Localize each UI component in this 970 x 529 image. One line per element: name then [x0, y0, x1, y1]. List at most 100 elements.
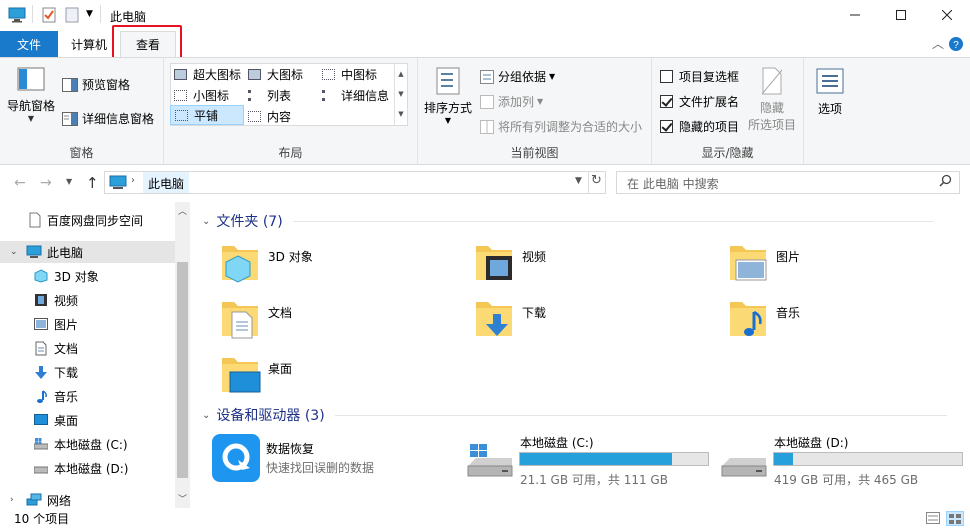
expand-chevron-icon[interactable]: ⌄ [10, 247, 18, 257]
breadcrumb-chevron-icon[interactable]: › [131, 175, 135, 186]
computer-icon[interactable] [8, 7, 26, 26]
nav-item-drive-d[interactable]: 本地磁盘 (D:) [0, 457, 175, 479]
doc-icon [29, 212, 41, 228]
nav-item-documents[interactable]: 文档 [0, 337, 175, 359]
details-icon [322, 90, 335, 101]
preview-pane-button[interactable]: 预览窗格 [62, 76, 130, 93]
devices-header[interactable]: ⌄ 设备和驱动器 (3) [202, 405, 947, 425]
nav-pane-button[interactable]: 导航窗格 ▼ [6, 66, 56, 123]
folder-documents[interactable]: 文档 [218, 296, 458, 346]
add-column-button[interactable]: 添加列 ▼ [480, 93, 543, 110]
app-data-recovery[interactable]: 数据恢复 快速找回误删的数据 [212, 434, 462, 486]
hidden-items-label: 隐藏的项目 [679, 120, 740, 134]
divider [334, 414, 947, 416]
item-checkbox-toggle[interactable]: 项目复选框 [660, 68, 739, 85]
checkbox[interactable] [660, 70, 673, 83]
divider [588, 172, 589, 193]
nav-item-video[interactable]: 视频 [0, 289, 175, 311]
nav-item-drive-c[interactable]: 本地磁盘 (C:) [0, 433, 175, 455]
properties-icon[interactable] [42, 7, 56, 26]
layout-tiles[interactable]: 平铺 [170, 105, 244, 125]
address-dropdown-icon[interactable]: ▼ [575, 176, 582, 186]
search-box[interactable]: 在 此电脑 中搜索 [616, 171, 960, 194]
options-label: 选项 [817, 102, 842, 116]
nav-item-this-pc[interactable]: ⌄ 此电脑 [0, 241, 175, 263]
fit-columns-button[interactable]: 将所有列调整为合适的大小 [480, 118, 642, 135]
maximize-button[interactable] [878, 0, 924, 30]
nav-item-pictures[interactable]: 图片 [0, 313, 175, 335]
preview-pane-label: 预览窗格 [82, 78, 131, 92]
navigation-pane: 百度网盘同步空间 ⌄ 此电脑 3D 对象 视频 图片 文档 下载 音乐 桌面 本… [0, 202, 192, 508]
address-box[interactable]: › 此电脑 ▼ ↻ [104, 171, 606, 194]
current-view-group: 排序方式 ▼ 分组依据 ▼ 添加列 ▼ 将所有列调整为合适的大小 当前视图 [418, 58, 652, 165]
sort-icon [436, 67, 460, 95]
options-button[interactable]: 选项 [808, 68, 852, 117]
sort-button[interactable]: 排序方式 ▼ [422, 66, 474, 125]
computer-icon [109, 175, 127, 193]
forward-arrow-icon[interactable]: → [40, 175, 52, 191]
layout-list[interactable]: 列表 [248, 87, 291, 104]
checkbox[interactable] [660, 120, 673, 133]
scroll-thumb[interactable] [177, 262, 188, 478]
nav-item-baidu[interactable]: 百度网盘同步空间 [0, 209, 175, 231]
gallery-scroll[interactable]: ▲ ▼ ▼ [394, 64, 407, 125]
nav-item-3d[interactable]: 3D 对象 [0, 265, 175, 287]
folder-music[interactable]: 音乐 [726, 296, 966, 346]
nav-item-label: 音乐 [54, 389, 79, 404]
folder-video[interactable]: 视频 [472, 240, 712, 290]
layout-s-icons[interactable]: 小图标 [174, 87, 229, 104]
nav-item-music[interactable]: 音乐 [0, 385, 175, 407]
nav-item-label: 3D 对象 [54, 269, 99, 284]
hidden-items-toggle[interactable]: 隐藏的项目 [660, 118, 739, 135]
cube-icon [34, 269, 48, 283]
quick-access-dropdown-icon[interactable]: ▼ [86, 9, 93, 19]
file-ext-toggle[interactable]: 文件扩展名 [660, 93, 739, 110]
layout-l-icons[interactable]: 大图标 [248, 66, 303, 83]
up-arrow-icon[interactable]: ↑ [86, 174, 99, 192]
layout-content[interactable]: 内容 [248, 108, 291, 125]
scroll-up-icon[interactable]: ︿ [178, 204, 187, 217]
close-button[interactable] [924, 0, 970, 30]
drive-c[interactable]: 本地磁盘 (C:) 21.1 GB 可用，共 111 GB [466, 432, 716, 488]
details-pane-button[interactable]: 详细信息窗格 [62, 110, 154, 127]
scroll-down-icon[interactable]: ﹀ [178, 492, 187, 505]
folder-pictures[interactable]: 图片 [726, 240, 966, 290]
details-view-icon[interactable] [926, 512, 940, 527]
large-icons-view-icon[interactable] [946, 511, 964, 526]
file-ext-label: 文件扩展名 [679, 95, 740, 109]
breadcrumb[interactable]: 此电脑 [143, 172, 190, 193]
search-icon[interactable] [939, 174, 952, 190]
refresh-icon[interactable]: ↻ [591, 173, 602, 188]
search-input[interactable]: 在 此电脑 中搜索 [627, 175, 719, 192]
minimize-button[interactable] [832, 0, 878, 30]
collapse-chevron-icon[interactable]: › [10, 495, 14, 505]
drive-d[interactable]: 本地磁盘 (D:) 419 GB 可用，共 465 GB [720, 432, 970, 488]
hide-selected-label: 所选项目 [747, 118, 796, 132]
video-icon [476, 246, 512, 280]
tab-file[interactable]: 文件 [0, 31, 58, 57]
content-pane: ⌄ 文件夹 (7) 3D 对象 视频 图片 文档 下载 音乐 桌面 ⌄ 设备和驱… [196, 202, 970, 508]
new-folder-icon[interactable] [65, 7, 79, 26]
collapse-ribbon-icon[interactable]: ︿ [932, 35, 944, 52]
recent-chevron-down-icon[interactable]: ▼ [66, 177, 72, 186]
layout-xl-icons[interactable]: 超大图标 [174, 66, 241, 83]
drive-info: 419 GB 可用，共 465 GB [774, 473, 919, 487]
layout-m-icons[interactable]: 中图标 [322, 66, 377, 83]
tab-computer[interactable]: 计算机 [62, 31, 116, 57]
checkbox[interactable] [660, 95, 673, 108]
drive-info: 21.1 GB 可用，共 111 GB [520, 473, 668, 487]
nav-item-desktop[interactable]: 桌面 [0, 409, 175, 431]
folder-desktop[interactable]: 桌面 [218, 352, 458, 402]
group-by-button[interactable]: 分组依据 ▼ [480, 68, 555, 85]
hide-selected-button[interactable]: 隐藏 所选项目 [746, 66, 798, 133]
nav-item-downloads[interactable]: 下载 [0, 361, 175, 383]
picture-icon [730, 246, 767, 281]
details-pane-label: 详细信息窗格 [82, 112, 155, 126]
back-arrow-icon[interactable]: ← [14, 175, 26, 191]
folder-downloads[interactable]: 下载 [472, 296, 712, 346]
layout-details[interactable]: 详细信息 [322, 87, 389, 104]
help-icon[interactable]: ? [948, 36, 964, 55]
folder-3d[interactable]: 3D 对象 [218, 240, 458, 290]
nav-scrollbar[interactable]: ︿ ﹀ [175, 202, 190, 508]
folders-header[interactable]: ⌄ 文件夹 (7) [202, 211, 933, 231]
